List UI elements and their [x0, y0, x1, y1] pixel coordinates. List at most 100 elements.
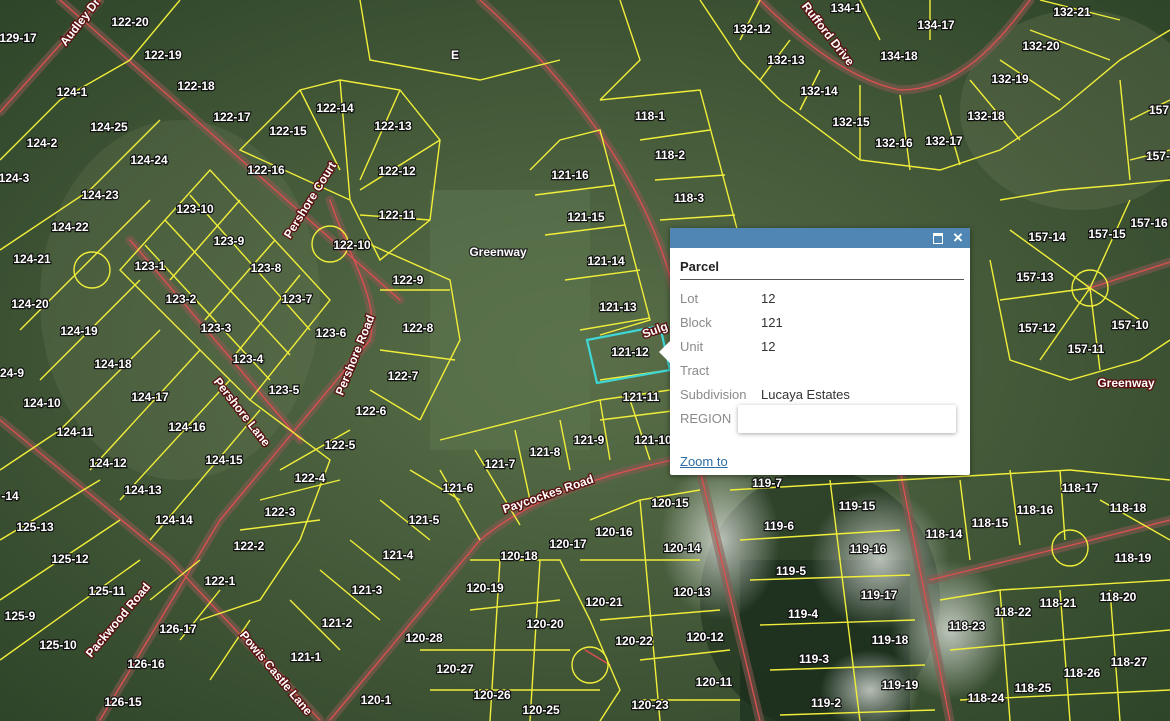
- parcel-label: 122-12: [378, 164, 416, 178]
- parcel-label: 120-28: [405, 631, 443, 645]
- attribute-row-subdivision: Subdivision Lucaya Estates: [680, 382, 850, 406]
- parcel-label: 157-12: [1018, 321, 1056, 335]
- attribute-value: 12: [761, 290, 776, 306]
- parcel-label: 132-14: [800, 84, 838, 98]
- parcel-label: 121-11: [623, 390, 660, 404]
- parcel-label: 122-15: [269, 124, 307, 138]
- parcel-label: 122-19: [144, 48, 182, 62]
- parcel-label: 120-19: [466, 581, 504, 595]
- parcel-label: 121-2: [322, 616, 353, 630]
- parcel-label: 134-1: [831, 1, 862, 15]
- close-icon[interactable]: ×: [950, 229, 966, 246]
- parcel-label: 157-14: [1028, 230, 1066, 244]
- parcel-label: 125-9: [5, 609, 36, 623]
- maximize-icon[interactable]: [930, 230, 946, 246]
- attribute-value: 12: [761, 338, 776, 354]
- parcel-label: 121-3: [352, 583, 383, 597]
- parcel-label: 122-11: [379, 208, 416, 222]
- popup-title: Parcel: [680, 259, 720, 274]
- parcel-label: 120-1: [361, 693, 392, 707]
- parcel-label: 120-18: [500, 549, 538, 563]
- parcel-label: 121-10: [634, 433, 672, 447]
- parcel-label: 126-17: [159, 622, 197, 636]
- parcel-label: 123-5: [269, 383, 300, 397]
- area-label: Greenway: [469, 245, 527, 259]
- parcel-label: 118-23: [949, 619, 986, 633]
- parcel-label: 122-4: [295, 471, 326, 485]
- parcel-label: 120-25: [522, 703, 560, 717]
- parcel-label: 126-15: [104, 695, 142, 709]
- parcel-label: 120-27: [436, 662, 474, 676]
- parcel-label: 121-16: [551, 168, 589, 182]
- parcel-label: 132-20: [1022, 39, 1060, 53]
- parcel-label: 121-14: [587, 254, 625, 268]
- parcel-label: 124-19: [60, 324, 98, 338]
- parcel-label: 123-7: [282, 292, 313, 306]
- parcel-label: 118-27: [1111, 655, 1148, 669]
- area-label: E: [451, 48, 459, 62]
- parcel-label: 120-16: [595, 525, 633, 539]
- parcel-label: 157-16: [1130, 216, 1168, 230]
- parcel-label: 122-16: [247, 163, 285, 177]
- attribute-row-lot: Lot 12: [680, 286, 850, 310]
- parcel-label: 134-18: [880, 49, 918, 63]
- parcel-label: 121-7: [485, 457, 516, 471]
- parcel-label: 118-26: [1064, 666, 1101, 680]
- parcel-label: 120-22: [615, 634, 653, 648]
- parcel-label: 132-18: [967, 109, 1005, 123]
- parcel-label: 124-22: [51, 220, 89, 234]
- parcel-label: 122-10: [333, 238, 371, 252]
- parcel-label: 119-19: [882, 678, 919, 692]
- parcel-label: 124-12: [89, 456, 127, 470]
- parcel-label: 129-17: [0, 31, 37, 45]
- parcel-label: 121-15: [567, 210, 605, 224]
- parcel-label: 124-1: [57, 85, 88, 99]
- parcel-label: 122-8: [403, 321, 434, 335]
- parcel-label: 119-17: [861, 588, 898, 602]
- map-view[interactable]: 129-17 122-20 122-19 122-18 124-1 122-17 122-1…: [0, 0, 1170, 721]
- parcel-label: 118-3: [674, 191, 704, 205]
- parcel-label: 157-13: [1016, 270, 1054, 284]
- parcel-label: 118-17: [1062, 481, 1099, 495]
- attribute-value: [761, 358, 850, 382]
- parcel-label: 132-17: [925, 134, 963, 148]
- parcel-label: 124-2: [27, 136, 58, 150]
- parcel-label: 118-19: [1115, 551, 1152, 565]
- parcel-label: 157: [1149, 103, 1169, 117]
- parcel-label: 120-17: [549, 537, 587, 551]
- zoom-to-link[interactable]: Zoom to: [680, 454, 728, 469]
- parcel-label: 124-25: [90, 120, 128, 134]
- attribute-label: Block: [680, 314, 712, 330]
- parcel-label: 119-18: [872, 633, 909, 647]
- region-value-box: [738, 405, 956, 433]
- parcel-label: 124-3: [0, 171, 30, 185]
- parcel-label: 124-10: [23, 396, 61, 410]
- parcel-label: 119-5: [776, 564, 806, 578]
- parcel-label: 121-9: [574, 433, 605, 447]
- parcel-label: 157-10: [1111, 318, 1149, 332]
- parcel-label: 120-15: [651, 496, 689, 510]
- parcel-label: 124-11: [57, 425, 94, 439]
- attribute-label: Tract: [680, 362, 710, 378]
- parcel-label: 119-6: [764, 519, 794, 533]
- parcel-label: 119-3: [799, 652, 829, 666]
- parcel-label: 122-7: [388, 369, 419, 383]
- parcel-label: 121-12: [611, 345, 649, 359]
- parcel-label: 122-2: [234, 539, 265, 553]
- parcel-label: 125-11: [89, 584, 126, 598]
- parcel-label: 121-6: [443, 481, 474, 495]
- parcel-label: 120-12: [686, 630, 724, 644]
- parcel-label: 124-16: [168, 420, 206, 434]
- road-label: Greenway: [1097, 376, 1155, 390]
- parcel-label: 123-3: [201, 321, 232, 335]
- parcel-label: 125-12: [51, 552, 89, 566]
- parcel-label: 120-26: [473, 688, 511, 702]
- parcel-label: 123-6: [316, 326, 347, 340]
- parcel-label: 120-11: [696, 675, 733, 689]
- parcel-label: 123-1: [135, 259, 166, 273]
- parcel-label: 120-20: [526, 617, 564, 631]
- parcel-label: 119-16: [850, 542, 887, 556]
- parcel-label: 119-2: [811, 696, 841, 710]
- parcel-label: 124-24: [130, 153, 168, 167]
- parcel-label: 122-3: [265, 505, 296, 519]
